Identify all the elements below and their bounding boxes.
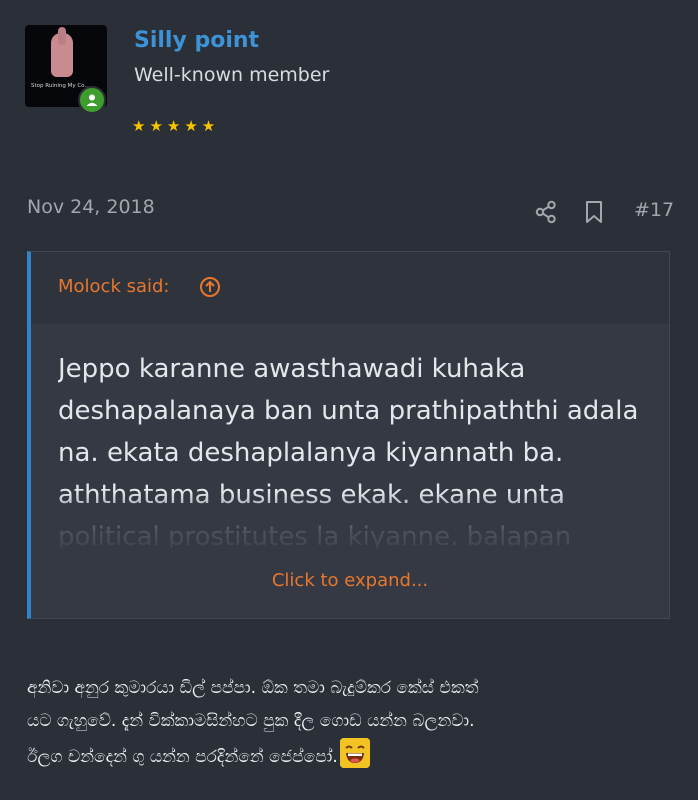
post-body-line: ඊලග චන්දෙන් ගු යන්න පරදින්නේ ජෙප්පෝ. bbox=[27, 747, 338, 767]
user-rating-stars: ★★★★★ bbox=[132, 117, 220, 135]
post-body-line: යට ගැහුවේ. දැන් වික්කාමසින්හට පුක දීල ගො… bbox=[27, 711, 475, 731]
post-body: අනිවා අනුර කුමාරයා ඩිල් පප්පා. ඕක තමා බැ… bbox=[27, 672, 677, 774]
post-date[interactable]: Nov 24, 2018 bbox=[27, 196, 155, 218]
quote-author-link[interactable]: Molock said: bbox=[58, 276, 170, 297]
username-link[interactable]: Silly point bbox=[134, 28, 259, 53]
laughing-emoji-icon bbox=[339, 738, 370, 768]
bookmark-icon[interactable] bbox=[584, 200, 604, 224]
post-body-line: අනිවා අනුර කුමාරයා ඩිල් පප්පා. ඕක තමා බැ… bbox=[27, 678, 479, 698]
quote-header: Molock said: bbox=[31, 252, 669, 324]
click-to-expand-link[interactable]: Click to expand... bbox=[31, 570, 669, 591]
user-title: Well-known member bbox=[134, 64, 330, 86]
post-number-link[interactable]: #17 bbox=[634, 199, 674, 221]
quote-block: Molock said: Jeppo karanne awasthawadi k… bbox=[27, 251, 670, 619]
online-status-icon bbox=[78, 86, 106, 114]
share-icon[interactable] bbox=[535, 200, 557, 224]
quote-fade bbox=[31, 492, 669, 562]
arrow-up-circle-icon[interactable] bbox=[199, 276, 221, 298]
